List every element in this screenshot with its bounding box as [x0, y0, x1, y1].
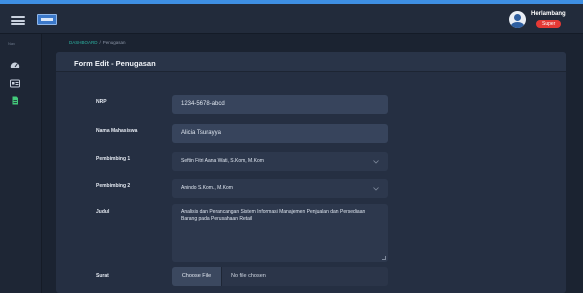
top-navbar: Herlambang Super — [0, 0, 583, 34]
app-logo[interactable] — [37, 14, 57, 25]
pembimbing1-label: Pembimbing 1 — [96, 156, 131, 162]
nama-label: Nama Mahasiswa — [96, 128, 138, 134]
judul-value: Analisis dan Perancangan Sistem Informas… — [181, 209, 366, 222]
nama-input[interactable]: Alicia Tsurayya — [172, 124, 388, 143]
judul-label: Judul — [96, 209, 110, 215]
sidebar: Nav — [0, 34, 42, 293]
breadcrumb: DASHBOARD / Penugasan — [69, 40, 126, 45]
chevron-down-icon — [373, 187, 379, 191]
pembimbing2-select[interactable]: Anindo S.Kom., M.Kom — [172, 179, 388, 198]
breadcrumb-separator: / — [99, 40, 101, 45]
form-card: Form Edit - Penugasan NRP 1234-5678-abcd… — [56, 52, 566, 293]
surat-file-input[interactable]: Choose File No file chosen — [172, 267, 388, 286]
breadcrumb-dashboard-link[interactable]: DASHBOARD — [69, 40, 98, 45]
id-card-icon[interactable] — [10, 79, 20, 88]
user-avatar[interactable] — [509, 11, 526, 28]
surat-label: Surat — [96, 273, 109, 279]
pembimbing2-value: Anindo S.Kom., M.Kom — [181, 185, 233, 191]
nrp-label: NRP — [96, 99, 107, 105]
nrp-input[interactable]: 1234-5678-abcd — [172, 95, 388, 114]
pembimbing1-value: Seftin Fitri Aana Wati, S.Kom, M.Kom — [181, 158, 264, 164]
dashboard-icon[interactable] — [10, 60, 20, 69]
document-icon[interactable] — [10, 96, 20, 105]
user-role-badge: Super — [536, 20, 562, 28]
pembimbing1-select[interactable]: Seftin Fitri Aana Wati, S.Kom, M.Kom — [172, 152, 388, 171]
resize-handle-icon[interactable] — [382, 256, 386, 260]
pembimbing2-label: Pembimbing 2 — [96, 183, 131, 189]
chevron-down-icon — [373, 160, 379, 164]
judul-textarea[interactable]: Analisis dan Perancangan Sistem Informas… — [172, 204, 388, 262]
user-name[interactable]: Herlambang — [531, 11, 566, 17]
form-title: Form Edit - Penugasan — [74, 59, 156, 68]
breadcrumb-current: Penugasan — [102, 40, 126, 45]
file-status-text: No file chosen — [231, 273, 266, 279]
sidebar-caption: Nav — [8, 41, 16, 46]
menu-toggle-icon[interactable] — [11, 16, 25, 25]
choose-file-button[interactable]: Choose File — [172, 267, 222, 286]
